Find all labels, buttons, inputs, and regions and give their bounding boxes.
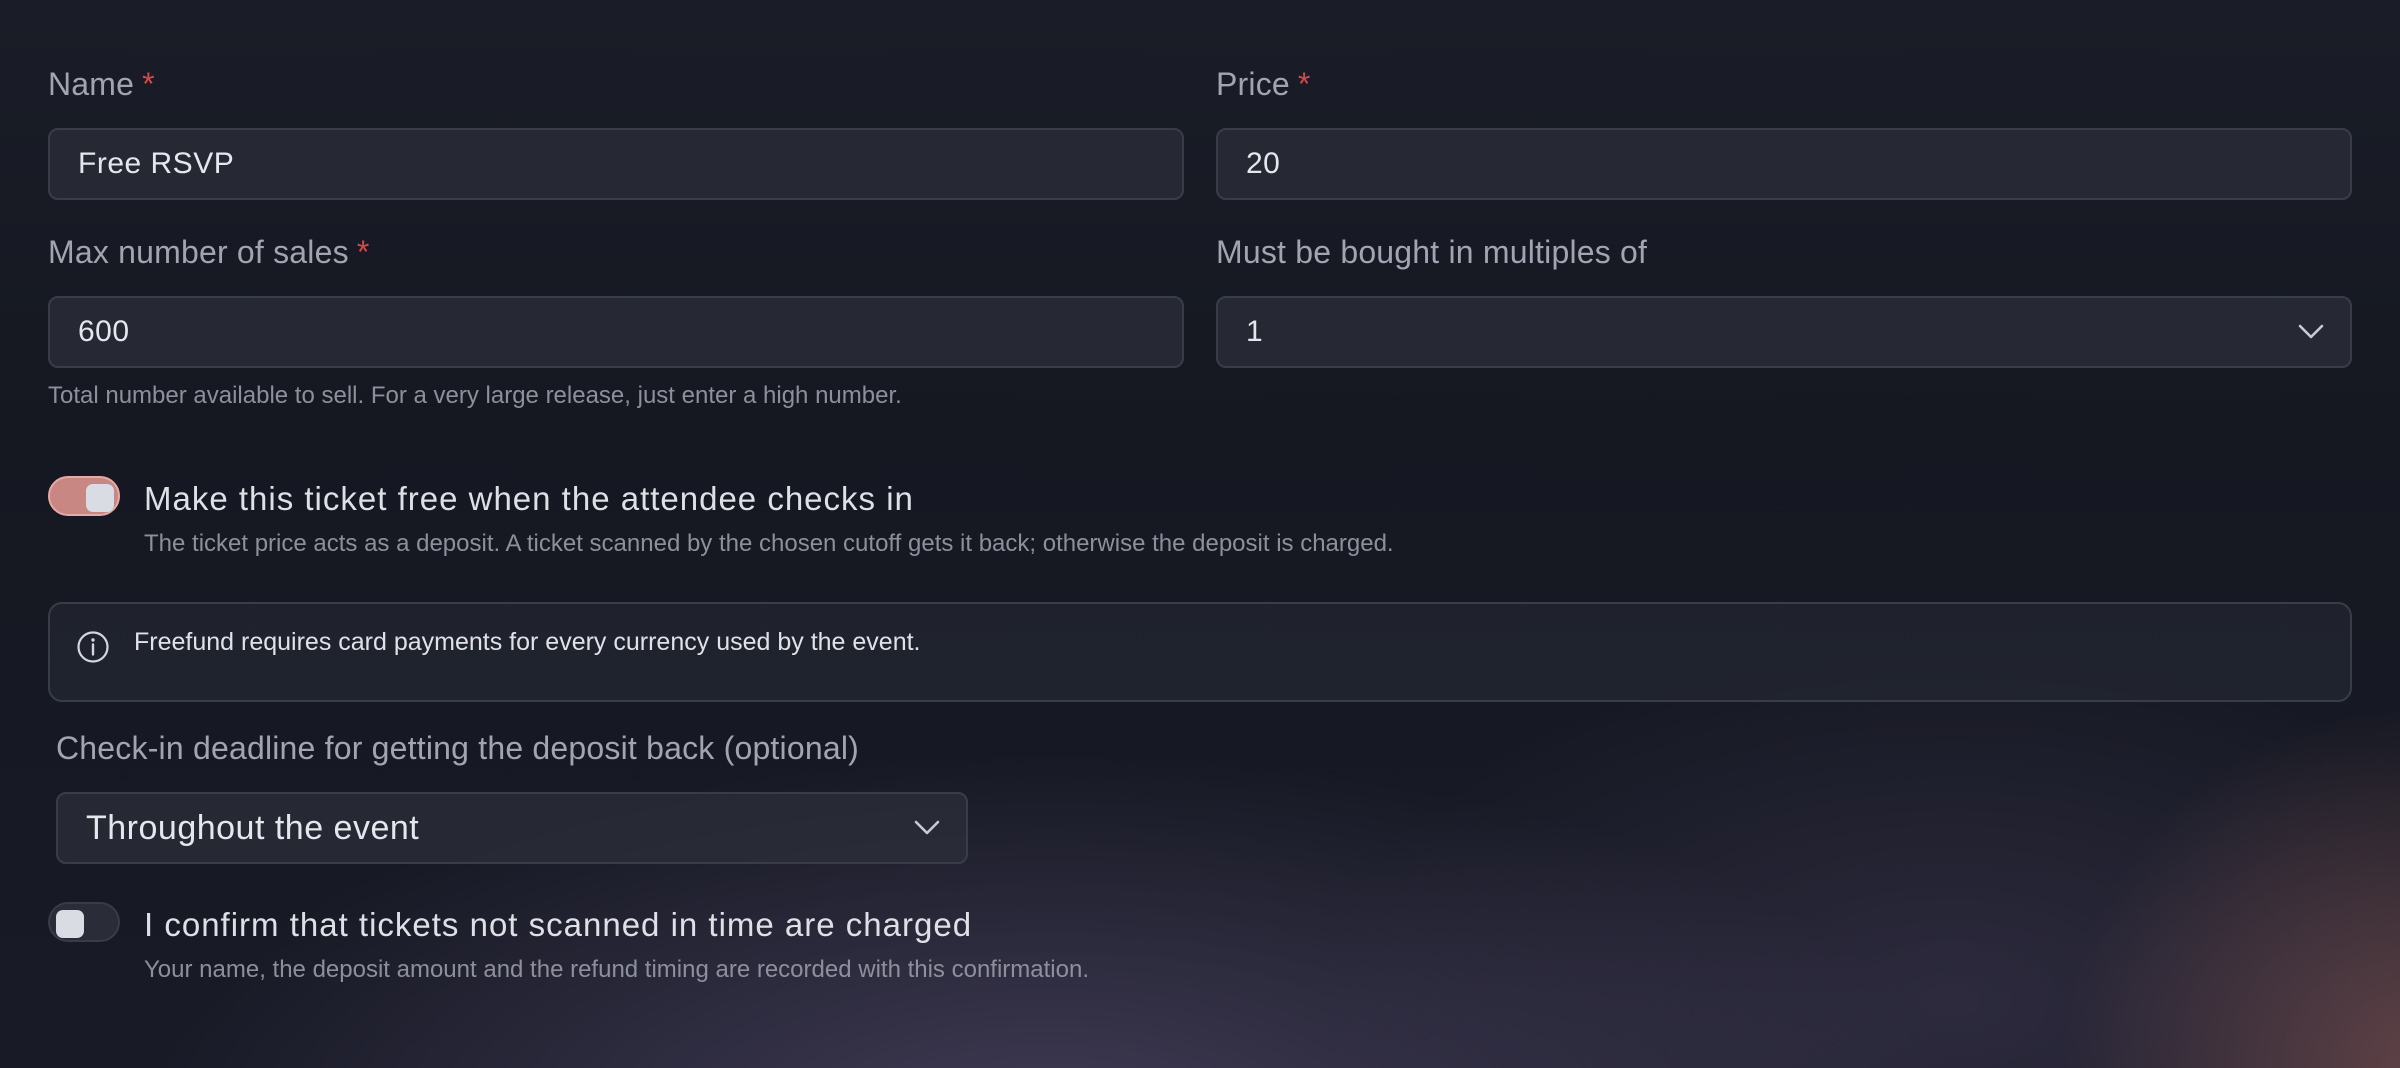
name-label: Name * [48, 66, 155, 102]
required-asterisk: * [142, 66, 155, 102]
name-input-value: Free RSVP [78, 147, 235, 180]
price-label: Price * [1216, 66, 1311, 102]
confirm-charge-title: I confirm that tickets not scanned in ti… [144, 906, 973, 943]
max-sales-label: Max number of sales * [48, 234, 370, 270]
info-icon [77, 631, 109, 663]
confirm-charge-description: Your name, the deposit amount and the re… [144, 956, 1089, 983]
info-notice-text: Freefund requires card payments for ever… [134, 628, 921, 656]
price-input[interactable]: 20 [1216, 128, 2352, 200]
required-asterisk: * [1297, 66, 1311, 102]
chevron-down-icon [2298, 324, 2324, 339]
name-input[interactable]: Free RSVP [48, 128, 1184, 200]
info-notice: Freefund requires card payments for ever… [48, 602, 2352, 702]
chevron-down-icon [914, 820, 940, 835]
price-input-value: 20 [1246, 147, 1281, 180]
max-sales-input[interactable]: 600 [48, 296, 1184, 368]
free-on-checkin-toggle[interactable] [48, 476, 120, 516]
multiples-label: Must be bought in multiples of [1216, 234, 1648, 270]
multiples-select[interactable]: 1 [1216, 296, 2352, 368]
multiples-select-value: 1 [1246, 315, 1264, 348]
confirm-charge-toggle[interactable] [48, 902, 120, 942]
deadline-select-value: Throughout the event [86, 808, 420, 847]
toggle-knob [86, 484, 114, 512]
required-asterisk: * [356, 234, 370, 270]
free-on-checkin-description: The ticket price acts as a deposit. A ti… [144, 530, 1394, 557]
max-sales-help: Total number available to sell. For a ve… [48, 382, 902, 409]
deadline-label: Check-in deadline for getting the deposi… [56, 730, 859, 766]
max-sales-input-value: 600 [78, 315, 130, 348]
free-on-checkin-title: Make this ticket free when the attendee … [144, 480, 914, 517]
toggle-knob [56, 910, 84, 938]
deadline-select[interactable]: Throughout the event [56, 792, 968, 864]
